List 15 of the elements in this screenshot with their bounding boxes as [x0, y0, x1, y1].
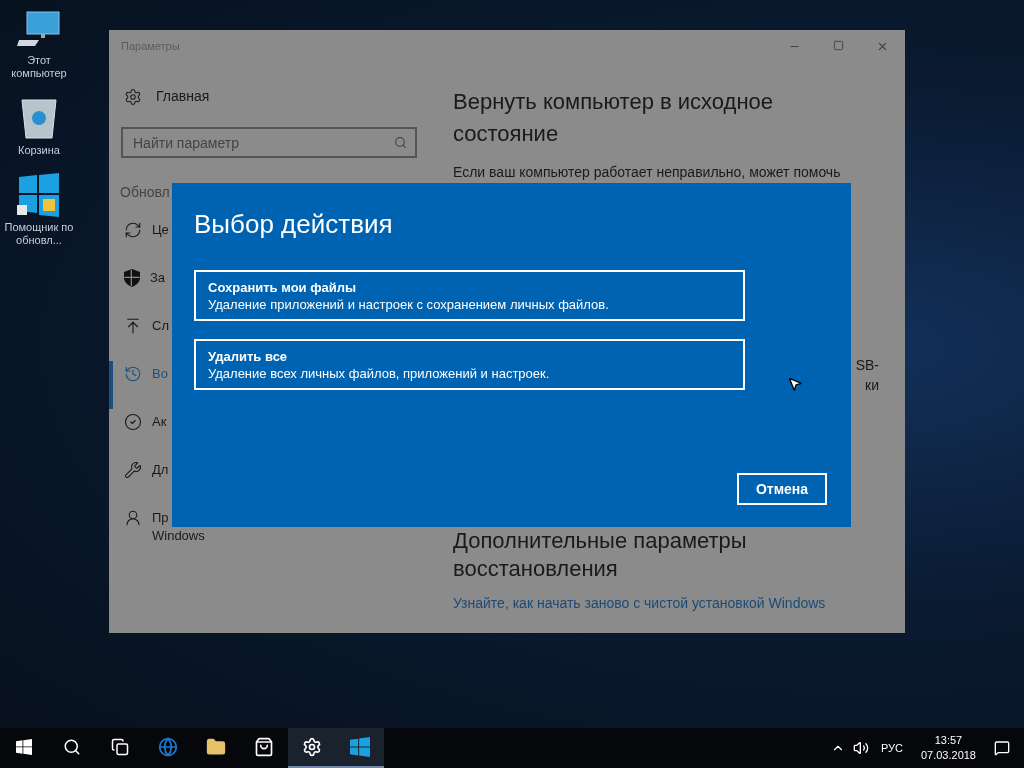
section-heading: Обновл	[120, 183, 171, 202]
partial-text: SB-	[855, 356, 879, 375]
dialog-title: Выбор действия	[194, 208, 394, 241]
description-text: Если ваш компьютер работает неправильно, может помочь	[453, 163, 842, 182]
nav-label: Дл	[152, 461, 169, 479]
nav-label: Во	[152, 365, 168, 383]
nav-label: Це	[152, 221, 169, 239]
page-heading: Вернуть компьютер в исходное состояние	[453, 88, 775, 148]
nav-label: Windows	[152, 527, 205, 545]
nav-label: Пр	[152, 509, 170, 527]
partial-text: ки	[865, 376, 879, 395]
nav-label: Ак	[152, 413, 167, 431]
nav-label: Сл	[152, 317, 169, 335]
section-heading: Дополнительные параметры восстановления	[453, 527, 748, 583]
nav-label: За	[150, 269, 166, 287]
